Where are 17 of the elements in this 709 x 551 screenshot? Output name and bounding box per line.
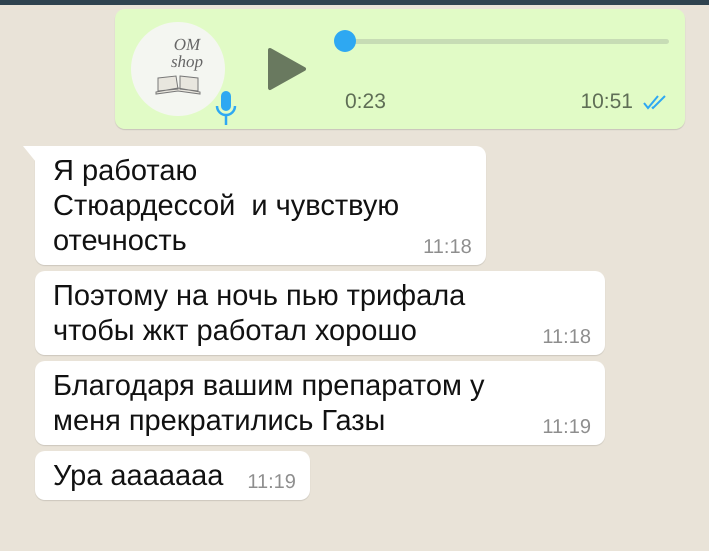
message-time: 10:51: [580, 90, 633, 114]
book-icon: [154, 74, 202, 96]
message-text: Ура ааааааа: [53, 459, 224, 494]
duration-text: 0:23: [345, 90, 387, 114]
message-text: Я работаю Стюардессой и чувствую отечность: [53, 154, 400, 259]
message-time: 11:18: [423, 236, 472, 259]
message-text: Поэтому на ночь пью трифала чтобы жкт работал хорошо: [53, 279, 466, 349]
audio-slider[interactable]: [334, 30, 669, 52]
microphone-icon: [215, 90, 237, 126]
logo-text: OM: [174, 36, 200, 53]
play-icon[interactable]: [267, 47, 307, 91]
slider-thumb[interactable]: [334, 30, 356, 52]
logo-text: shop: [170, 53, 204, 70]
message-time: 11:19: [542, 416, 591, 439]
message-time: 11:18: [542, 326, 591, 349]
message-text: Благодаря вашим препаратом у меня прекратились Газы: [53, 369, 486, 439]
message-time: 11:19: [247, 471, 296, 494]
